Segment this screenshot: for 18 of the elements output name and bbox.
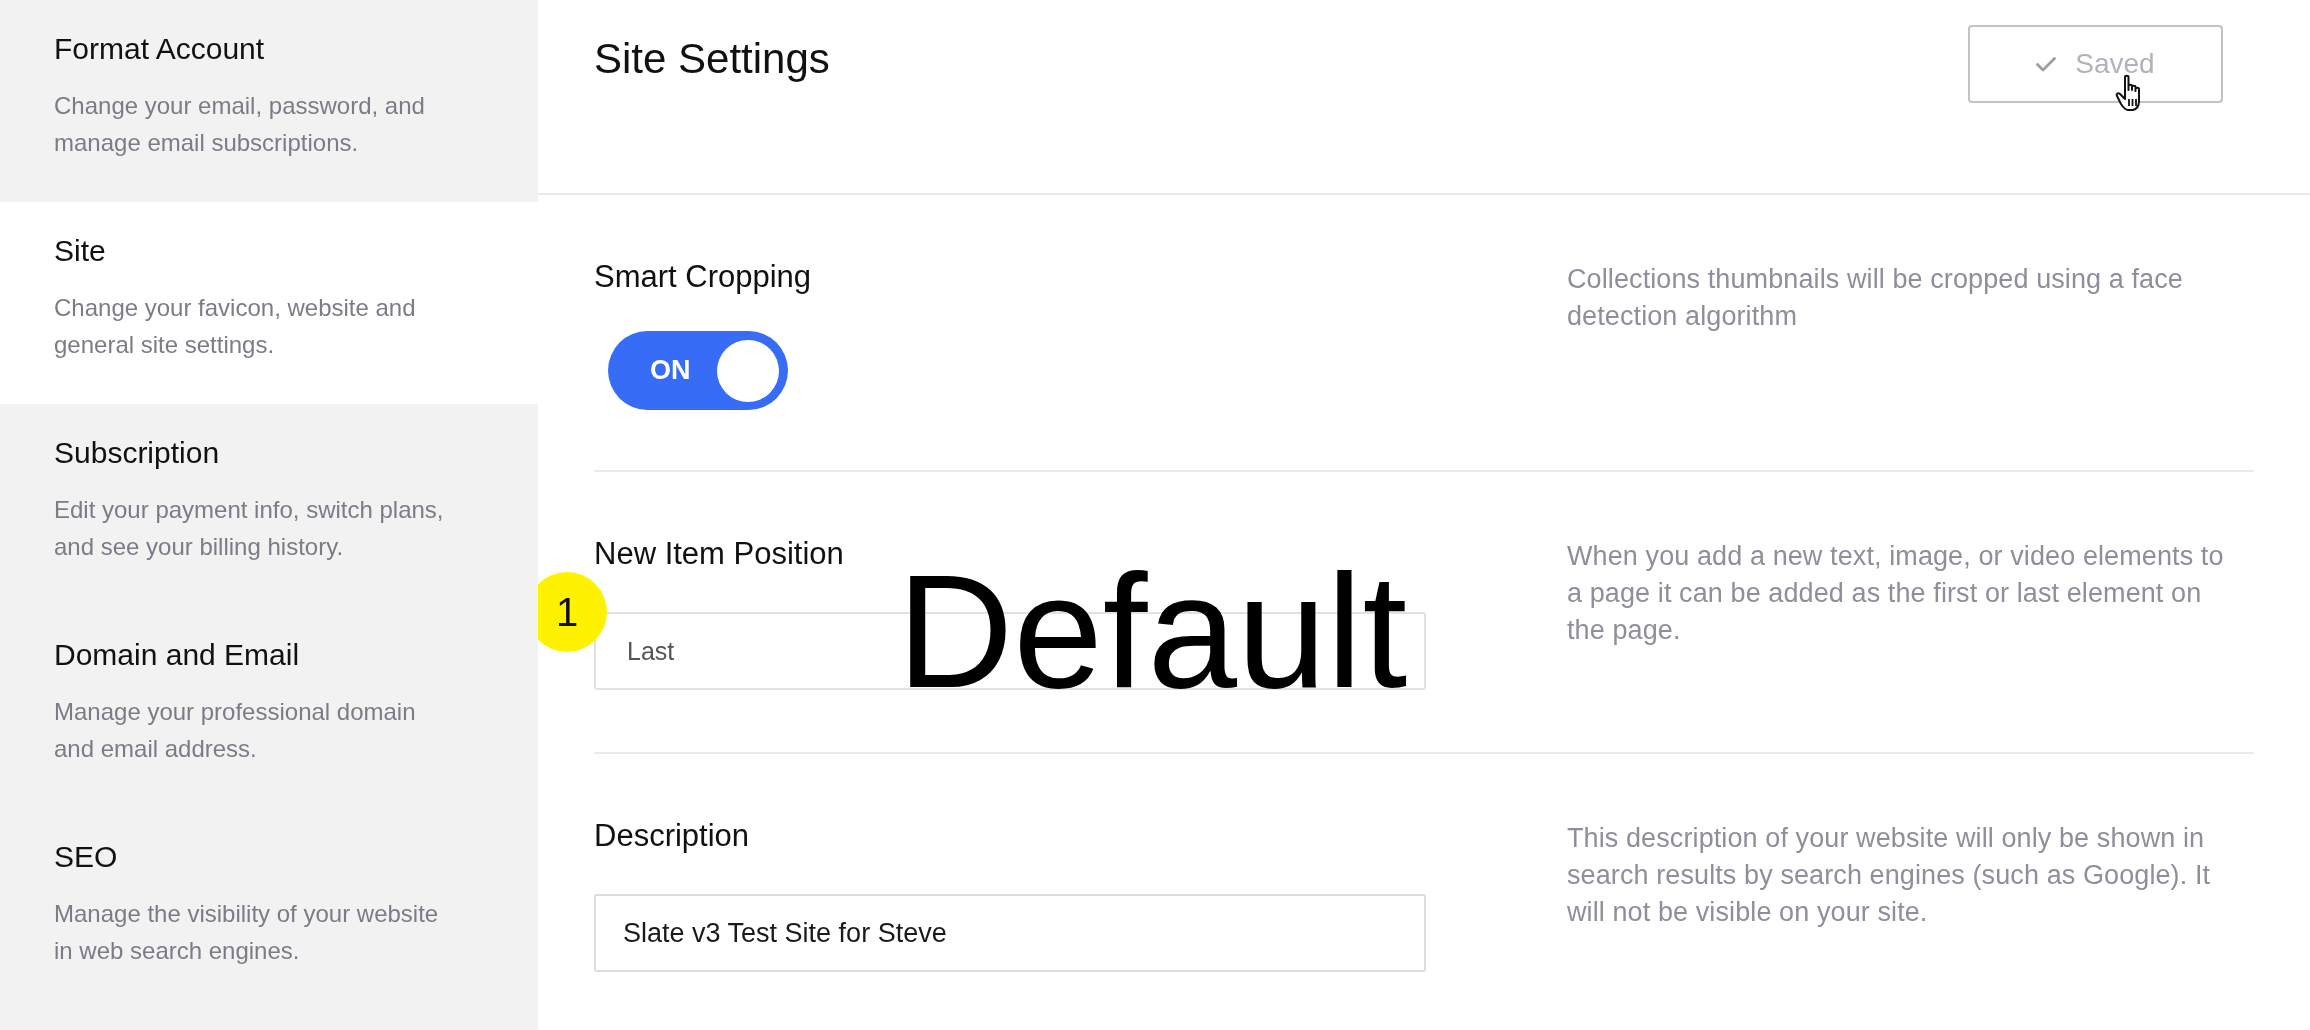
field-label: Smart Cropping (594, 259, 812, 295)
sidebar-item-title: Domain and Email (54, 637, 300, 673)
sidebar-item-description: Edit your payment info, switch plans, and see your billing history. (54, 495, 445, 562)
help-text: This description of your website will only be shown in search results by search engines (such as Google). It will not be visible on your site. (1567, 822, 2212, 929)
sidebar-item-description: Change your favicon, website and general site settings. (54, 293, 417, 360)
sidebar-item-description: Manage your professional domain and email address. (54, 697, 417, 764)
sidebar-item-title: Site (54, 233, 106, 269)
sidebar-item-title: SEO (54, 839, 118, 875)
sidebar-item-description: Manage the visibility of your website in web search engines. (54, 899, 440, 966)
page-title: Site Settings (594, 35, 830, 83)
sidebar-item-description: Change your email, password, and manage email subscriptions. (54, 91, 426, 158)
sidebar-item-title: Format Account (54, 31, 265, 67)
field-label: New Item Position (594, 536, 844, 572)
help-text: When you add a new text, image, or video elements to a page it can be added as the first or last element on the page. (1567, 540, 2225, 647)
step-badge: 1 (538, 572, 607, 652)
field-label: Description (594, 818, 750, 854)
sidebar-item-title: Subscription (54, 435, 220, 471)
help-text: Collections thumbnails will be cropped using a face detection algorithm (1567, 263, 2184, 333)
